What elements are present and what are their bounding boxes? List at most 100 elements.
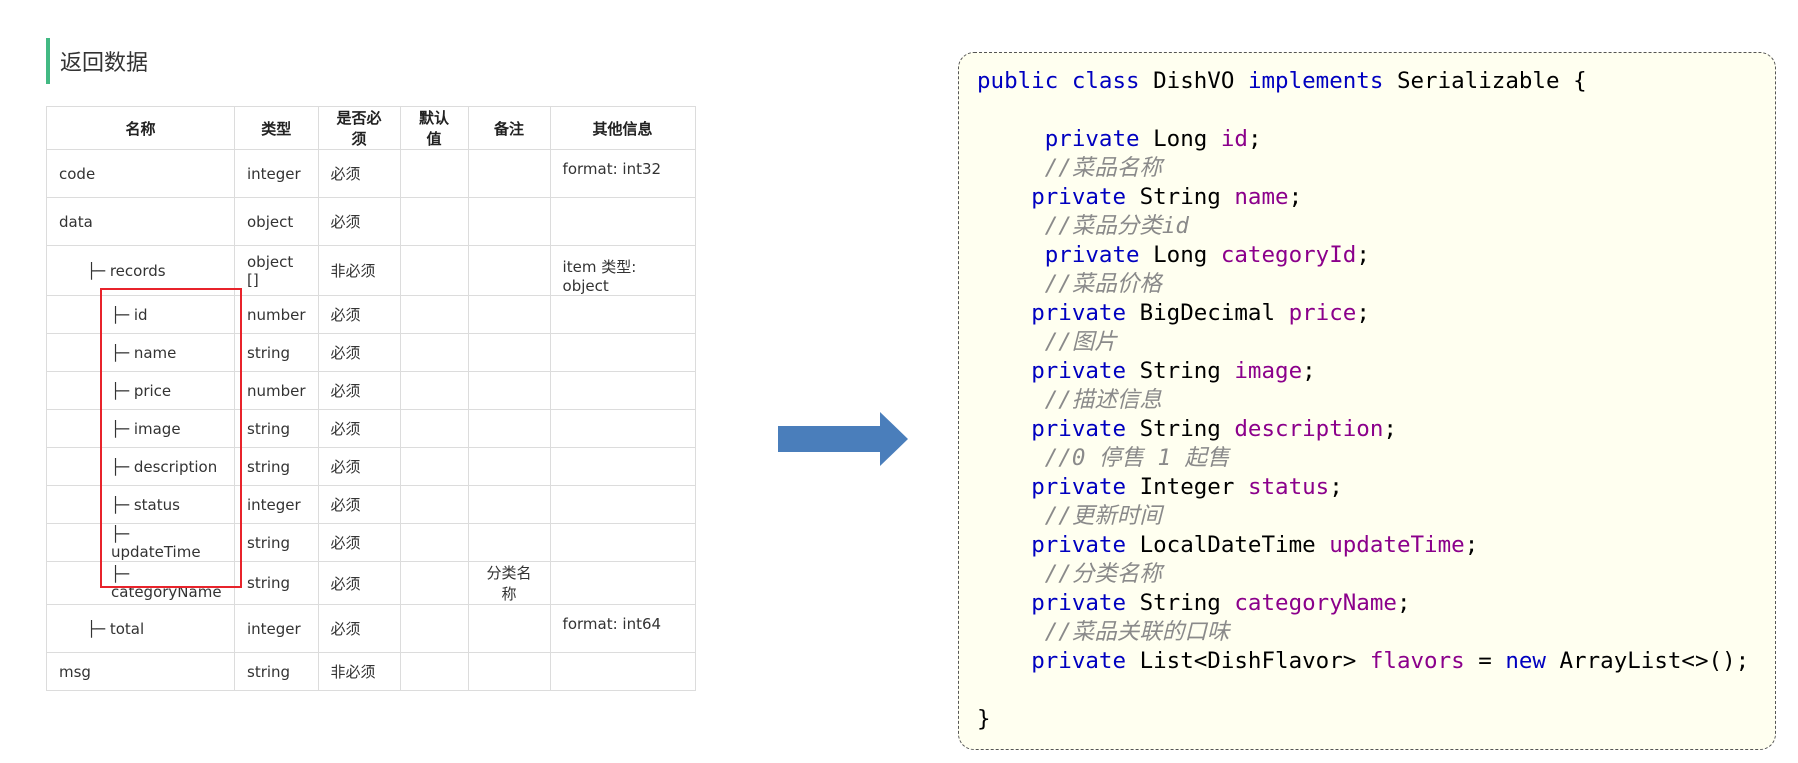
cell-other [549, 333, 696, 372]
cell-required: 必须 [317, 149, 401, 198]
cell-required: 必须 [317, 333, 401, 372]
cell-remark [467, 245, 551, 296]
code-comment: //菜品分类id [1044, 213, 1189, 239]
cell-default [399, 447, 469, 486]
code-line: private LocalDateTime updateTime; [1031, 532, 1479, 558]
cell-type: object [234, 197, 319, 246]
cell-remark [467, 652, 551, 691]
col-header-type: 类型 [234, 106, 319, 150]
code-line: private String image; [1031, 358, 1316, 384]
cell-other [549, 197, 696, 246]
cell-other [549, 409, 696, 448]
cell-other: format: int32 [549, 149, 696, 198]
cell-required: 必须 [317, 295, 401, 334]
cell-default [399, 409, 469, 448]
cell-other [549, 523, 696, 562]
cell-other [549, 371, 696, 410]
cell-other [549, 561, 696, 605]
col-header-other: 其他信息 [549, 106, 696, 150]
col-header-required: 是否必须 [317, 106, 401, 150]
cell-name: msg [46, 652, 235, 691]
cell-default [399, 523, 469, 562]
cell-default [399, 149, 469, 198]
cell-other: item 类型: object [549, 245, 696, 296]
cell-type: string [234, 333, 319, 372]
cell-type: number [234, 295, 319, 334]
cell-type: string [234, 447, 319, 486]
cell-type: integer [234, 149, 319, 198]
cell-remark [467, 149, 551, 198]
code-comment: //菜品价格 [1044, 271, 1162, 297]
code-line: private String name; [1031, 184, 1303, 210]
code-comment: //菜品名称 [1044, 155, 1162, 181]
cell-other [549, 295, 696, 334]
code-comment: //0 停售 1 起售 [1044, 445, 1230, 471]
code-line: private BigDecimal price; [1031, 300, 1370, 326]
cell-remark [467, 409, 551, 448]
cell-type: string [234, 652, 319, 691]
cell-default [399, 652, 469, 691]
cell-remark [467, 447, 551, 486]
code-comment: //描述信息 [1044, 387, 1162, 413]
highlight-box [100, 288, 242, 588]
cell-name: ├─ total [46, 604, 235, 653]
cell-name: code [46, 149, 235, 198]
cell-remark [467, 371, 551, 410]
cell-required: 必须 [317, 409, 401, 448]
cell-required: 必须 [317, 485, 401, 524]
code-line: private String description; [1031, 416, 1397, 442]
cell-remark [467, 485, 551, 524]
cell-type: integer [234, 604, 319, 653]
cell-required: 必须 [317, 604, 401, 653]
col-header-default: 默认值 [399, 106, 469, 150]
code-comment: //分类名称 [1044, 561, 1162, 587]
col-header-name: 名称 [46, 106, 235, 150]
cell-default [399, 371, 469, 410]
cell-remark [467, 523, 551, 562]
table-row: data object 必须 [46, 197, 696, 246]
table-row: msg string 非必须 [46, 652, 696, 691]
cell-type: string [234, 523, 319, 562]
cell-remark [467, 197, 551, 246]
code-line: private List<DishFlavor> flavors = new A… [1031, 648, 1750, 674]
cell-default [399, 485, 469, 524]
cell-default [399, 245, 469, 296]
section-title: 返回数据 [60, 51, 149, 76]
cell-required: 非必须 [317, 652, 401, 691]
cell-required: 必须 [317, 561, 401, 605]
cell-default [399, 333, 469, 372]
cell-other [549, 447, 696, 486]
code-comment: //图片 [1044, 329, 1117, 355]
code-line: public class DishVO implements Serializa… [977, 68, 1587, 94]
code-line: private Long categoryId; [1044, 242, 1370, 268]
cell-required: 必须 [317, 197, 401, 246]
code-line: private Long id; [1044, 126, 1262, 152]
cell-required: 必须 [317, 523, 401, 562]
cell-remark [467, 295, 551, 334]
cell-type: number [234, 371, 319, 410]
table-header-row: 名称 类型 是否必须 默认值 备注 其他信息 [46, 106, 696, 150]
code-comment: //菜品关联的口味 [1044, 619, 1230, 645]
cell-required: 必须 [317, 371, 401, 410]
table-row: ├─ total integer 必须 format: int64 [46, 604, 696, 653]
right-arrow-icon [778, 412, 908, 466]
cell-type: object [] [234, 245, 319, 296]
cell-required: 必须 [317, 447, 401, 486]
col-header-remark: 备注 [467, 106, 551, 150]
cell-required: 非必须 [317, 245, 401, 296]
cell-type: string [234, 561, 319, 605]
cell-remark [467, 333, 551, 372]
cell-default [399, 197, 469, 246]
table-row: code integer 必须 format: int32 [46, 149, 696, 198]
code-comment: //更新时间 [1044, 503, 1162, 529]
cell-name: data [46, 197, 235, 246]
code-block: public class DishVO implements Serializa… [977, 67, 1749, 734]
cell-remark [467, 604, 551, 653]
cell-default [399, 295, 469, 334]
cell-other [549, 485, 696, 524]
code-line: private String categoryName; [1031, 590, 1411, 616]
cell-default [399, 604, 469, 653]
cell-type: integer [234, 485, 319, 524]
code-line: } [977, 706, 991, 732]
cell-default [399, 561, 469, 605]
